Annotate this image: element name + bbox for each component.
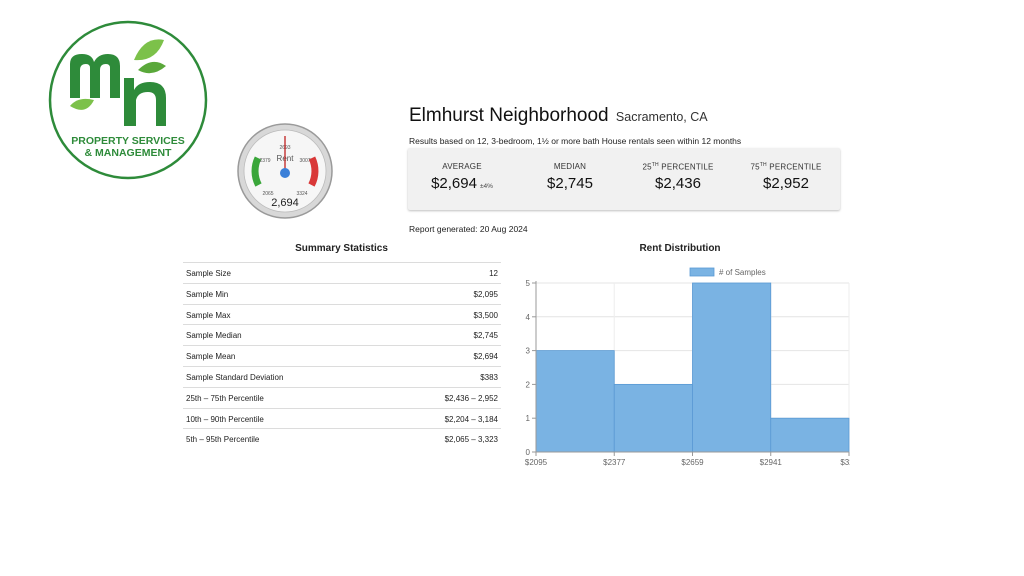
chart-title: Rent Distribution: [639, 243, 721, 254]
summary-row: 5th – 95th Percentile $2,065 – 3,323: [183, 428, 501, 449]
summary-row-value: $2,436 – 2,952: [444, 393, 498, 403]
histogram-bar: [613, 384, 693, 453]
gauge-hub: [280, 168, 290, 178]
gauge-tick-left-mid: 2379: [259, 158, 270, 164]
summary-row-label: Sample Mean: [186, 352, 236, 362]
summary-row-value: $2,204 – 3,184: [444, 414, 498, 424]
x-tick-label: $2941: [760, 458, 783, 467]
y-tick-label: 5: [526, 279, 531, 288]
summary-row: Sample Standard Deviation $383: [183, 365, 501, 387]
summary-title: Summary Statistics: [295, 243, 388, 254]
report-date: Report generated: 20 Aug 2024: [409, 224, 528, 234]
stat-value: $2,436: [655, 175, 701, 192]
summary-row-value: 12: [489, 269, 498, 278]
summary-row: Sample Size 12: [183, 262, 501, 283]
summary-row-value: $2,745: [473, 331, 498, 341]
summary-row-label: 5th – 95th Percentile: [186, 435, 260, 445]
stat-value: $2,745: [547, 175, 593, 192]
stat-margin: ±4%: [479, 183, 493, 190]
stat-label: 25TH PERCENTILE: [642, 162, 714, 172]
summary-row: Sample Max $3,500: [183, 303, 501, 325]
stat-label: AVERAGE: [442, 162, 482, 171]
stat-value: $2,952: [763, 175, 809, 192]
x-tick-label: $2095: [525, 458, 548, 467]
logo-m-letter: [70, 54, 120, 98]
rent-distribution-chart: 0 1 2 3 4 5 $2095 $2377 $2659 $2941 $32 # of Sample…: [525, 267, 850, 467]
y-tick-label: 4: [526, 313, 531, 322]
summary-row-label: Sample Max: [186, 310, 231, 320]
legend-label: # of Samples: [719, 268, 766, 277]
summary-row-label: 25th – 75th Percentile: [186, 393, 264, 403]
summary-row-label: Sample Standard Deviation: [186, 372, 284, 382]
y-tick-label: 1: [526, 414, 531, 423]
logo-text-line1: PROPERTY SERVICES: [71, 135, 184, 147]
gauge-value: 2,694: [271, 197, 299, 209]
x-tick-label: $32: [840, 458, 850, 467]
summary-row-label: Sample Min: [186, 289, 229, 299]
neighborhood-name: Elmhurst Neighborhood: [409, 105, 609, 126]
summary-row-value: $2,095: [473, 289, 498, 299]
summary-row: Sample Median $2,745: [183, 324, 501, 345]
results-description: Results based on 12, 3-bedroom, 1½ or mo…: [409, 136, 742, 146]
histogram-bar: [770, 417, 850, 453]
histogram-bar: [535, 350, 615, 453]
y-tick-label: 0: [526, 448, 531, 457]
y-tick-label: 3: [526, 347, 531, 356]
summary-row: Sample Mean $2,694: [183, 345, 501, 366]
x-tick-label: $2659: [681, 458, 704, 467]
logo-text-line2: & MANAGEMENT: [85, 147, 172, 159]
summary-row-label: Sample Size: [186, 269, 231, 278]
gauge-red-zone: [308, 156, 319, 187]
stat-label: 75TH PERCENTILE: [750, 162, 822, 172]
stat-label: MEDIAN: [553, 162, 587, 171]
rent-gauge: 2693 2379 3007 2065 3324 Rent 2,694: [237, 123, 333, 219]
legend-swatch: [689, 267, 715, 277]
company-logo: PROPERTY SERVICES & MANAGEMENT: [48, 20, 208, 180]
histogram-bar: [692, 282, 772, 453]
summary-row-label: Sample Median: [186, 331, 242, 341]
summary-row-value: $2,694: [473, 352, 498, 362]
summary-row-value: $383: [480, 372, 498, 382]
rent-stats-panel: AVERAGE $2,694 ±4% MEDIAN $2,745 25TH PER…: [408, 148, 840, 210]
gauge-tick-right-mid: 3007: [299, 158, 310, 164]
gauge-green-zone: [251, 156, 262, 187]
summary-row: 10th – 90th Percentile $2,204 – 3,184: [183, 407, 501, 429]
summary-row: Sample Min $2,095: [183, 282, 501, 304]
summary-row: 25th – 75th Percentile $2,436 – 2,952: [183, 386, 501, 408]
stat-value: $2,694: [431, 175, 477, 192]
x-tick-label: $2377: [603, 458, 626, 467]
location-label: Sacramento, CA: [615, 110, 708, 124]
y-tick-label: 2: [526, 380, 531, 389]
page-title: Elmhurst Neighborhood Sacramento, CA: [409, 105, 708, 127]
summary-row-label: 10th – 90th Percentile: [186, 414, 264, 424]
summary-row-value: $2,065 – 3,323: [444, 435, 498, 445]
summary-row-value: $3,500: [473, 310, 498, 320]
summary-table: Sample Size 12 Sample Min $2,095 Sample Max $…: [183, 262, 501, 449]
